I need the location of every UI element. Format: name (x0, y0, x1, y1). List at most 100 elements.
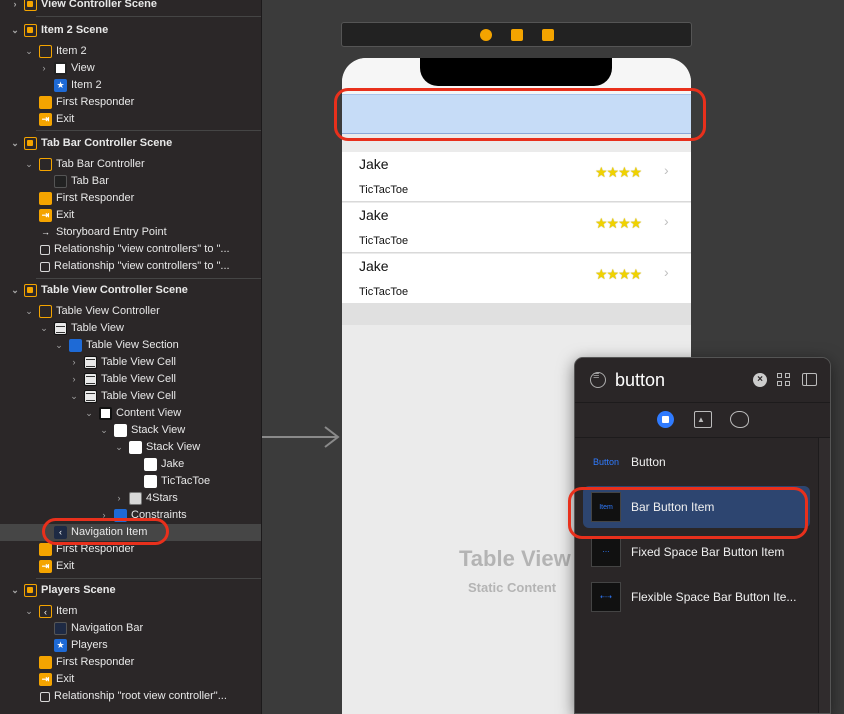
outline-row-exit[interactable]: ⇥ Exit (0, 558, 261, 575)
first-responder-icon[interactable] (511, 29, 523, 41)
outline-row-item2-scene[interactable]: ⌄ Item 2 Scene (0, 22, 261, 39)
chevron-down-icon[interactable]: ⌄ (39, 320, 49, 337)
chevron-down-icon[interactable]: ⌄ (54, 337, 64, 354)
outline-row-content-view[interactable]: ⌄ Content View (0, 405, 261, 422)
chevron-right-icon[interactable]: › (69, 354, 79, 371)
chevron-down-icon[interactable]: ⌄ (114, 439, 124, 456)
rating-stars-icon: ★★★★ (595, 215, 642, 231)
outline-row-4stars[interactable]: › 4Stars (0, 490, 261, 507)
outline-row-first-responder[interactable]: First Responder (0, 541, 261, 558)
outline-row-item2-controller[interactable]: ⌄ Item 2 (0, 43, 261, 60)
library-item-button[interactable]: Button Button (583, 441, 810, 483)
objects-tab-icon[interactable] (657, 411, 674, 428)
chevron-down-icon[interactable]: ⌄ (10, 582, 20, 599)
chevron-right-icon[interactable]: › (99, 507, 109, 524)
clear-search-icon[interactable]: × (753, 373, 767, 387)
outline-row-players-scene[interactable]: ⌄ Players Scene (0, 582, 261, 599)
outline-row-exit[interactable]: ⇥ Exit (0, 207, 261, 224)
chevron-down-icon[interactable]: ⌄ (10, 22, 20, 39)
outline-row-first-responder[interactable]: First Responder (0, 190, 261, 207)
outline-row-tabbar-controller[interactable]: ⌄ Tab Bar Controller (0, 156, 261, 173)
outline-row-label: Stack View (146, 441, 201, 453)
outline-divider (36, 16, 261, 17)
navigation-bar-drop-area[interactable] (342, 94, 691, 134)
outline-row-navigation-item[interactable]: ‹ Navigation Item (0, 524, 261, 541)
outline-row-exit[interactable]: ⇥ Exit (0, 111, 261, 128)
chevron-down-icon[interactable]: ⌄ (10, 282, 20, 299)
outline-row-table-cell[interactable]: › Table View Cell (0, 354, 261, 371)
outline-row-table-view[interactable]: ⌄ Table View (0, 320, 261, 337)
chevron-down-icon[interactable]: ⌄ (99, 422, 109, 439)
outline-row-relationship[interactable]: Relationship "view controllers" to "... (0, 241, 261, 258)
chevron-down-icon[interactable]: ⌄ (69, 388, 79, 405)
outline-row-label: Table View Controller (56, 305, 160, 317)
outline-row-navigation-bar[interactable]: Navigation Bar (0, 620, 261, 637)
first-responder-icon (39, 96, 52, 109)
show-details-icon[interactable] (802, 373, 817, 386)
chevron-right-icon: › (664, 213, 669, 229)
outline-row-label: 4Stars (146, 492, 178, 504)
outline-row-label-jake[interactable]: L Jake (0, 456, 261, 473)
library-item-bar-button-item[interactable]: Item Bar Button Item (583, 486, 810, 528)
outline-row-table-section[interactable]: ⌄ Table View Section (0, 337, 261, 354)
colors-tab-icon[interactable] (730, 411, 749, 428)
chevron-down-icon[interactable]: ⌄ (84, 405, 94, 422)
chevron-down-icon[interactable]: ⌄ (24, 43, 34, 60)
outline-row-stack-view[interactable]: ⌄ ☰ Stack View (0, 439, 261, 456)
media-tab-icon[interactable] (694, 411, 712, 428)
view-controller-icon (24, 24, 37, 37)
library-search-input[interactable] (615, 368, 745, 392)
outline-row-tab-bar[interactable]: Tab Bar (0, 173, 261, 190)
object-library-popover[interactable]: × Button Button Item Bar Button Item ⋯ F… (574, 357, 831, 714)
outline-row-tableview-scene[interactable]: ⌄ Table View Controller Scene (0, 282, 261, 299)
outline-row-exit[interactable]: ⇥ Exit (0, 671, 261, 688)
outline-row-tabbar-scene[interactable]: ⌄ Tab Bar Controller Scene (0, 135, 261, 152)
outline-row-table-cell[interactable]: › Table View Cell (0, 371, 261, 388)
outline-row-item[interactable]: ⌄ ‹ Item (0, 603, 261, 620)
chevron-down-icon[interactable]: ⌄ (10, 135, 20, 152)
library-scrollbar[interactable] (818, 438, 830, 713)
player-name-label: Jake (359, 207, 389, 223)
chevron-right-icon[interactable]: › (114, 490, 124, 507)
outline-row-first-responder[interactable]: First Responder (0, 654, 261, 671)
exit-icon[interactable] (542, 29, 554, 41)
table-cell-icon (84, 373, 97, 386)
game-label: TicTacToe (359, 235, 409, 247)
library-search-bar: × (575, 358, 830, 403)
table-row[interactable]: Jake TicTacToe ★★★★ › (342, 152, 691, 202)
outline-row-tab-item[interactable]: ★ Item 2 (0, 77, 261, 94)
outline-row-relationship[interactable]: Relationship "root view controller"... (0, 688, 261, 705)
outline-row-stack-view[interactable]: ⌄ ||| Stack View (0, 422, 261, 439)
library-item-fixed-space[interactable]: ⋯ Fixed Space Bar Button Item (583, 531, 810, 573)
table-row[interactable]: Jake TicTacToe ★★★★ › (342, 203, 691, 253)
chevron-down-icon[interactable]: ⌄ (24, 303, 34, 320)
chevron-right-icon[interactable]: › (69, 371, 79, 388)
outline-row-tableview-controller[interactable]: ⌄ Table View Controller (0, 303, 261, 320)
chevron-down-icon[interactable]: ⌄ (24, 603, 34, 620)
outline-row-view-controller-scene[interactable]: › View Controller Scene (0, 0, 261, 13)
outline-row-constraints[interactable]: › Constraints (0, 507, 261, 524)
outline-row-table-cell[interactable]: ⌄ Table View Cell (0, 388, 261, 405)
first-responder-icon (39, 543, 52, 556)
chevron-down-icon[interactable]: ⌄ (24, 156, 34, 173)
grid-view-icon[interactable] (777, 373, 791, 387)
outline-row-label: Storyboard Entry Point (56, 226, 167, 238)
outline-row-players[interactable]: ★ Players (0, 637, 261, 654)
outline-row-label: Item 2 (71, 79, 102, 91)
library-item-flexible-space[interactable]: ⇠⇢ Flexible Space Bar Button Ite... (583, 576, 810, 618)
outline-row-relationship[interactable]: Relationship "view controllers" to "... (0, 258, 261, 275)
outline-row-label-tictactoe[interactable]: L TicTacToe (0, 473, 261, 490)
table-row[interactable]: Jake TicTacToe ★★★★ › (342, 254, 691, 304)
outline-row-first-responder[interactable]: First Responder (0, 94, 261, 111)
view-controller-icon[interactable] (480, 29, 492, 41)
filter-icon[interactable] (590, 370, 606, 388)
library-tab-bar (575, 403, 830, 438)
first-responder-icon (39, 656, 52, 669)
chevron-right-icon[interactable]: › (39, 60, 49, 77)
chevron-right-icon[interactable]: › (10, 0, 20, 13)
outline-row-view[interactable]: › View (0, 60, 261, 77)
outline-row-entry-point[interactable]: → Storyboard Entry Point (0, 224, 261, 241)
document-outline[interactable]: › View Controller Scene ⌄ Item 2 Scene ⌄… (0, 0, 262, 714)
star-icon: ★ (54, 79, 67, 92)
player-name-label: Jake (359, 156, 389, 172)
